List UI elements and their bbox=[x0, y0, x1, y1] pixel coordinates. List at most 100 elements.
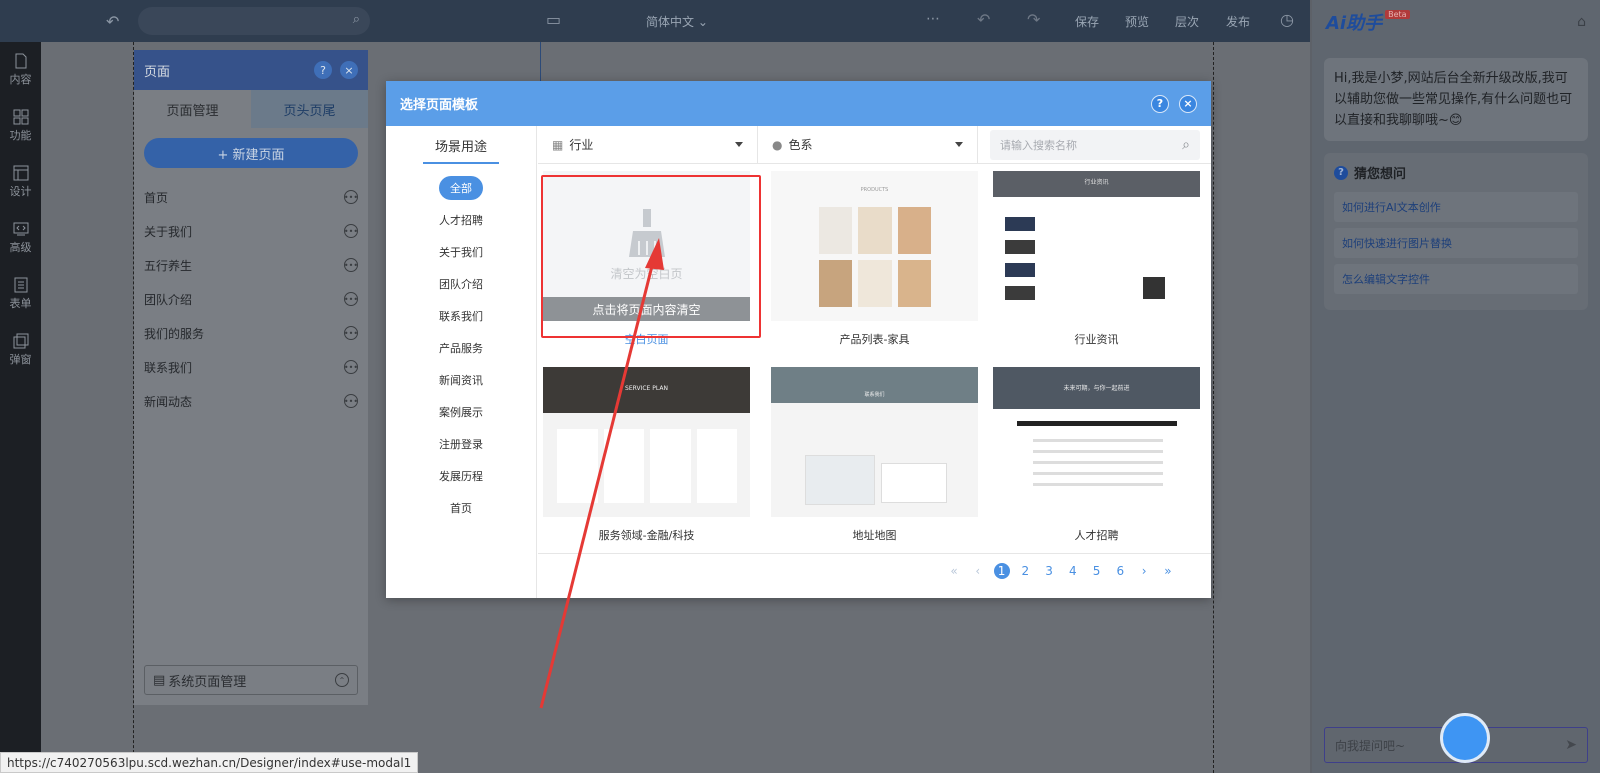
more-options-icon[interactable]: ••• bbox=[344, 360, 358, 374]
page-list-item[interactable]: 关于我们 ••• bbox=[134, 214, 368, 248]
redo-icon[interactable]: ↷ bbox=[1027, 10, 1040, 29]
close-icon[interactable]: × bbox=[1179, 94, 1197, 113]
category-item[interactable]: 首页 bbox=[386, 492, 536, 524]
page-list-item[interactable]: 五行养生 ••• bbox=[134, 248, 368, 282]
category-item[interactable]: 注册登录 bbox=[386, 428, 536, 460]
category-item[interactable]: 产品服务 bbox=[386, 332, 536, 364]
search-icon[interactable]: ⌕ bbox=[1182, 137, 1190, 153]
category-item[interactable]: 发展历程 bbox=[386, 460, 536, 492]
preview-button[interactable]: 预览 bbox=[1125, 13, 1149, 30]
page-number[interactable]: 5 bbox=[1089, 563, 1105, 579]
page-list-item[interactable]: 新闻动态 ••• bbox=[134, 384, 368, 418]
category-item[interactable]: 团队介绍 bbox=[386, 268, 536, 300]
language-select[interactable]: 简体中文 ⌄ bbox=[646, 13, 708, 30]
publish-button[interactable]: 发布 bbox=[1226, 13, 1250, 30]
more-options-icon[interactable]: ••• bbox=[344, 258, 358, 272]
help-icon[interactable]: ? bbox=[1151, 94, 1169, 113]
search-icon: ⌕ bbox=[352, 12, 360, 27]
rail-item-function[interactable]: 功能 bbox=[0, 98, 41, 154]
thumb-map bbox=[805, 455, 875, 505]
more-options-icon[interactable]: ••• bbox=[344, 190, 358, 204]
thumb-news-list bbox=[1005, 217, 1135, 309]
category-item[interactable]: 关于我们 bbox=[386, 236, 536, 268]
save-button[interactable]: 保存 bbox=[1075, 13, 1099, 30]
last-page-icon[interactable]: » bbox=[1160, 563, 1176, 579]
page-list-item[interactable]: 联系我们 ••• bbox=[134, 350, 368, 384]
page-name: 新闻动态 bbox=[144, 394, 193, 409]
color-filter-label: 色系 bbox=[788, 138, 813, 152]
template-thumbnail: 联系我们 bbox=[771, 367, 978, 517]
thumb-banner: SERVICE PLAN bbox=[543, 367, 750, 413]
undo-icon[interactable]: ↶ bbox=[977, 10, 990, 29]
template-card[interactable]: PRODUCTS 产品列表-家具 bbox=[771, 171, 978, 347]
desktop-icon[interactable]: ▭ bbox=[546, 10, 561, 29]
thumb-job-list bbox=[1033, 439, 1163, 494]
industry-filter[interactable]: ▦ 行业 bbox=[538, 125, 758, 164]
template-name: 产品列表-家具 bbox=[839, 333, 910, 346]
page-list-item[interactable]: 我们的服务 ••• bbox=[134, 316, 368, 350]
caret-down-icon bbox=[735, 142, 743, 147]
page-list-item[interactable]: 团队介绍 ••• bbox=[134, 282, 368, 316]
layers-button[interactable]: 层次 bbox=[1175, 13, 1199, 30]
new-page-button[interactable]: + 新建页面 bbox=[144, 138, 358, 168]
page-list-item[interactable]: 首页 ••• bbox=[134, 180, 368, 214]
template-card[interactable]: 联系我们 地址地图 bbox=[771, 367, 978, 543]
document-icon bbox=[15, 53, 26, 69]
tab-header-footer[interactable]: 页头页尾 bbox=[251, 90, 368, 128]
system-pages-button[interactable]: ▤ 系统页面管理 ⌃ bbox=[144, 665, 358, 695]
color-filter[interactable]: ● 色系 bbox=[758, 125, 978, 164]
top-search-input[interactable]: ⌕ bbox=[138, 7, 370, 35]
suggested-questions: ? 猜您想问 如何进行AI文本创作 如何快速进行图片替换 怎么编辑文字控件 bbox=[1324, 153, 1588, 310]
undo-history-icon[interactable]: ↶ bbox=[106, 12, 119, 31]
ai-voice-orb[interactable] bbox=[1440, 713, 1490, 763]
rail-item-content[interactable]: 内容 bbox=[0, 42, 41, 98]
page-panel: 页面 ? × 页面管理 页头页尾 + 新建页面 首页 ••• 关于我们 ••• 五行… bbox=[134, 50, 368, 705]
history-icon[interactable]: ◷ bbox=[1280, 10, 1294, 29]
suggested-question[interactable]: 如何快速进行图片替换 bbox=[1334, 228, 1578, 258]
template-search-input[interactable]: 请输入搜索名称 ⌕ bbox=[990, 129, 1200, 160]
prev-page-icon[interactable]: ‹ bbox=[970, 563, 986, 579]
suggested-question[interactable]: 如何进行AI文本创作 bbox=[1334, 192, 1578, 222]
template-card[interactable]: SERVICE PLAN 服务领域-金融/科技 bbox=[543, 367, 750, 543]
rail-item-form[interactable]: 表单 bbox=[0, 266, 41, 322]
category-item[interactable]: 联系我们 bbox=[386, 300, 536, 332]
more-options-icon[interactable]: ••• bbox=[344, 292, 358, 306]
page-number[interactable]: 1 bbox=[993, 563, 1010, 579]
modal-title: 选择页面模板 bbox=[400, 98, 479, 113]
page-number[interactable]: 3 bbox=[1041, 563, 1057, 579]
template-name: 行业资讯 bbox=[1074, 333, 1119, 346]
tab-page-management[interactable]: 页面管理 bbox=[134, 90, 251, 128]
suggested-question[interactable]: 怎么编辑文字控件 bbox=[1334, 264, 1578, 294]
template-card[interactable]: 未来可期，与你一起前进 人才招聘 bbox=[993, 367, 1200, 543]
rail-label: 内容 bbox=[9, 73, 32, 86]
first-page-icon[interactable]: « bbox=[946, 563, 962, 579]
highlight-box bbox=[541, 175, 761, 338]
send-icon[interactable]: ➤ bbox=[1565, 737, 1577, 753]
more-options-icon[interactable]: ••• bbox=[344, 224, 358, 238]
page-number[interactable]: 2 bbox=[1017, 563, 1033, 579]
more-icon[interactable]: ⋯ bbox=[926, 11, 940, 27]
template-card[interactable]: 行业资讯 行业资讯 bbox=[993, 171, 1200, 347]
caret-down-icon bbox=[955, 142, 963, 147]
template-name: 服务领域-金融/科技 bbox=[598, 529, 695, 542]
page-number[interactable]: 6 bbox=[1112, 563, 1128, 579]
close-icon[interactable]: × bbox=[340, 61, 358, 79]
rail-item-popup[interactable]: 弹窗 bbox=[0, 322, 41, 378]
more-options-icon[interactable]: ••• bbox=[344, 394, 358, 408]
page-number[interactable]: 4 bbox=[1065, 563, 1081, 579]
modal-header: 选择页面模板 ? × bbox=[386, 81, 1211, 126]
category-item[interactable]: 案例展示 bbox=[386, 396, 536, 428]
category-label: 团队介绍 bbox=[439, 278, 483, 291]
next-page-icon[interactable]: › bbox=[1136, 563, 1152, 579]
thumb-service-cards bbox=[557, 429, 737, 503]
list-icon bbox=[14, 277, 27, 293]
more-options-icon[interactable]: ••• bbox=[344, 326, 358, 340]
help-icon[interactable]: ? bbox=[314, 61, 332, 79]
category-item[interactable]: 新闻资讯 bbox=[386, 364, 536, 396]
category-item[interactable]: 人才招聘 bbox=[386, 204, 536, 236]
rail-item-advanced[interactable]: 高级 bbox=[0, 210, 41, 266]
rail-item-design[interactable]: 设计 bbox=[0, 154, 41, 210]
template-name: 人才招聘 bbox=[1074, 529, 1119, 542]
category-item[interactable]: 全部 bbox=[386, 172, 536, 204]
gift-icon[interactable]: ⌂ bbox=[1577, 14, 1586, 30]
